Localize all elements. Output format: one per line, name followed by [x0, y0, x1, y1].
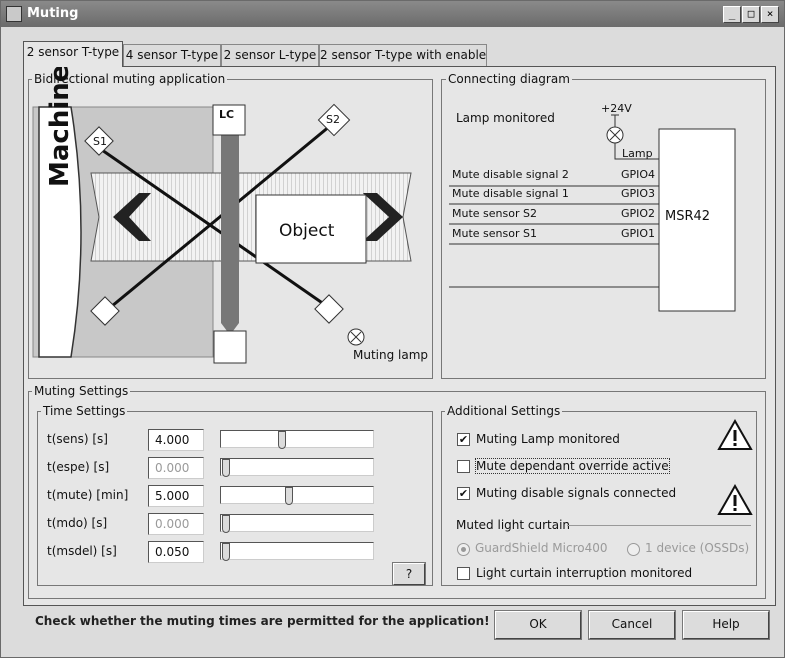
gpio-label: GPIO4 — [621, 168, 656, 181]
lc-bottom-box — [213, 330, 247, 364]
checkbox-disable-signals-label: Muting disable signals connected — [476, 486, 677, 500]
time-setting-slider[interactable] — [220, 514, 374, 532]
checkbox-lc-interruption[interactable] — [457, 567, 470, 580]
slider-thumb[interactable] — [222, 543, 230, 561]
slider-thumb[interactable] — [222, 459, 230, 477]
footer-message: Check whether the muting times are permi… — [35, 614, 490, 628]
radio-guardshield-label: GuardShield Micro400 — [475, 541, 608, 555]
lamp-label: Lamp — [622, 147, 653, 160]
gpio-label: GPIO2 — [621, 207, 656, 220]
time-setting-slider[interactable] — [220, 542, 374, 560]
checkbox-lamp-monitored[interactable]: ✔ — [457, 433, 470, 446]
window-title: Muting — [27, 6, 79, 21]
muted-lc-divider — [567, 525, 751, 526]
lc-label: LC — [219, 108, 235, 121]
radio-1-device[interactable] — [627, 543, 640, 556]
time-setting-input[interactable]: 0.000 — [148, 513, 204, 535]
radio-1-device-label: 1 device (OSSDs) — [645, 541, 750, 555]
muting-lamp-label: Muting lamp — [353, 348, 429, 362]
time-setting-slider[interactable] — [220, 458, 374, 476]
lamp-monitored-label: Lamp monitored — [456, 111, 555, 125]
muting-dialog: Muting _ □ × 2 sensor T-type 4 sensor T-… — [0, 0, 785, 658]
checkbox-mute-override-label: Mute dependant override active — [475, 458, 670, 474]
time-setting-slider[interactable] — [220, 430, 374, 448]
slider-thumb[interactable] — [278, 431, 286, 449]
time-setting-label: t(mute) [min] — [47, 488, 129, 502]
time-setting-label: t(mdo) [s] — [47, 516, 108, 530]
maximize-button[interactable]: □ — [742, 6, 760, 23]
s2-label: S2 — [326, 113, 340, 126]
help-question-button[interactable]: ? — [392, 562, 426, 586]
time-setting-label: t(msdel) [s] — [47, 544, 117, 558]
time-setting-slider[interactable] — [220, 486, 374, 504]
time-settings-title: Time Settings — [41, 404, 128, 418]
muting-diagram — [32, 103, 412, 364]
s1-label: S1 — [93, 135, 107, 148]
time-setting-label: t(sens) [s] — [47, 432, 108, 446]
tab-4-sensor-t-type[interactable]: 4 sensor T-type — [123, 44, 221, 66]
checkbox-mute-override[interactable] — [457, 460, 470, 473]
time-setting-label: t(espe) [s] — [47, 460, 110, 474]
minimize-button[interactable]: _ — [723, 6, 741, 23]
time-setting-input[interactable]: 0.050 — [148, 541, 204, 563]
signal-label: Mute sensor S1 — [452, 227, 537, 240]
help-button[interactable]: Help — [682, 610, 770, 640]
gpio-label: GPIO1 — [621, 227, 656, 240]
tab-2-sensor-l-type[interactable]: 2 sensor L-type — [221, 44, 319, 66]
checkbox-disable-signals[interactable]: ✔ — [457, 487, 470, 500]
v24-label: +24V — [601, 102, 632, 115]
time-setting-input[interactable]: 0.000 — [148, 457, 204, 479]
slider-thumb[interactable] — [285, 487, 293, 505]
warning-icon — [717, 419, 753, 450]
signal-label: Mute disable signal 2 — [452, 168, 569, 181]
time-setting-input[interactable]: 4.000 — [148, 429, 204, 451]
app-icon — [6, 6, 22, 22]
tab-2-sensor-t-type[interactable]: 2 sensor T-type — [23, 41, 123, 67]
close-button[interactable]: × — [761, 6, 779, 23]
slider-thumb[interactable] — [222, 515, 230, 533]
tab-2-sensor-t-type-with-enable[interactable]: 2 sensor T-type with enable — [319, 44, 487, 66]
radio-guardshield[interactable] — [457, 543, 470, 556]
light-curtain-bar — [221, 133, 239, 323]
title-bar: Muting _ □ × — [1, 1, 784, 27]
checkbox-lamp-monitored-label: Muting Lamp monitored — [476, 432, 620, 446]
muting-settings-title: Muting Settings — [32, 384, 131, 398]
gpio-label: GPIO3 — [621, 187, 656, 200]
cancel-button[interactable]: Cancel — [588, 610, 676, 640]
additional-settings-title: Additional Settings — [445, 404, 563, 418]
connecting-diagram-title: Connecting diagram — [446, 72, 572, 86]
signal-label: Mute sensor S2 — [452, 207, 537, 220]
time-setting-input[interactable]: 5.000 — [148, 485, 204, 507]
warning-icon — [717, 484, 753, 515]
signal-label: Mute disable signal 1 — [452, 187, 569, 200]
ok-button[interactable]: OK — [494, 610, 582, 640]
object-label: Object — [279, 221, 335, 241]
msr42-label: MSR42 — [665, 209, 711, 224]
checkbox-lc-interruption-label: Light curtain interruption monitored — [476, 566, 693, 580]
machine-label: Machine — [45, 64, 75, 187]
muted-light-curtain-title: Muted light curtain — [456, 518, 571, 532]
